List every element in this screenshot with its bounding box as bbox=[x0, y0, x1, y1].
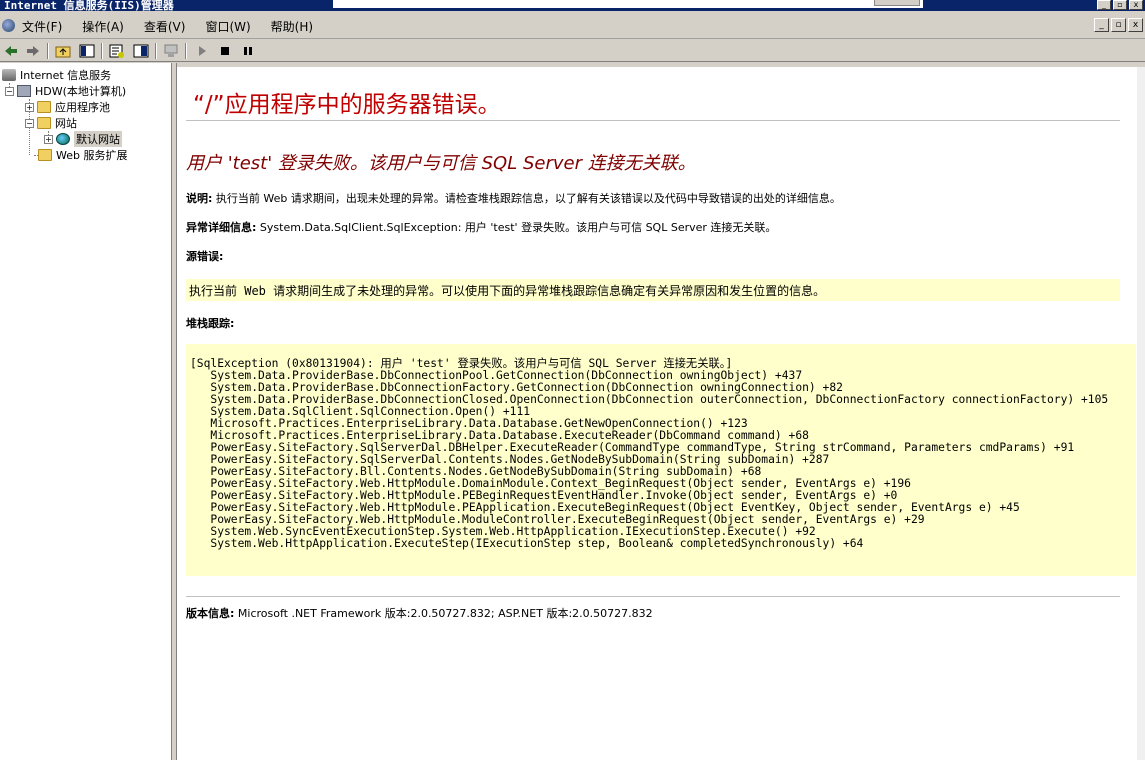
maximize-button[interactable]: ▫ bbox=[1113, 0, 1127, 10]
tree-node-default-site[interactable]: + 默认网站 bbox=[44, 131, 122, 147]
properties-icon[interactable] bbox=[108, 42, 126, 60]
minimize-button[interactable]: _ bbox=[1097, 0, 1111, 10]
tree-label: 应用程序池 bbox=[55, 101, 110, 114]
export-list-icon[interactable] bbox=[132, 42, 150, 60]
close-button[interactable]: x bbox=[1129, 0, 1143, 10]
window-controls: _ ▫ x bbox=[1097, 0, 1143, 10]
tree-label: 默认网站 bbox=[74, 131, 122, 147]
search-button[interactable] bbox=[874, 0, 920, 6]
version-label: 版本信息: bbox=[186, 607, 235, 620]
exception-paragraph: 异常详细信息: System.Data.SqlClient.SqlExcepti… bbox=[186, 219, 776, 235]
back-arrow-icon[interactable] bbox=[2, 42, 20, 60]
menu-action[interactable]: 操作(A) bbox=[82, 18, 124, 35]
folder-icon bbox=[38, 149, 52, 161]
error-title: “/”应用程序中的服务器错误。 bbox=[193, 92, 501, 118]
tree-label: 网站 bbox=[55, 117, 77, 130]
up-folder-icon[interactable] bbox=[54, 42, 72, 60]
exception-label: 异常详细信息: bbox=[186, 221, 257, 234]
description-text: 执行当前 Web 请求期间，出现未处理的异常。请检查堆栈跟踪信息，以了解有关该错… bbox=[215, 192, 841, 205]
stack-trace-text: [SqlException (0x80131904): 用户 'test' 登录… bbox=[190, 357, 1109, 550]
pause-icon[interactable] bbox=[239, 42, 257, 60]
toolbar bbox=[0, 40, 1145, 62]
forward-arrow-icon[interactable] bbox=[24, 42, 42, 60]
tree-label: HDW(本地计算机) bbox=[35, 85, 127, 98]
tree-node-iis-root[interactable]: Internet 信息服务 bbox=[2, 67, 111, 83]
menu-view[interactable]: 查看(V) bbox=[144, 18, 186, 35]
computer-icon[interactable] bbox=[162, 42, 180, 60]
expand-icon[interactable]: + bbox=[25, 102, 34, 112]
tree-node-web-extensions[interactable]: Web 服务扩展 bbox=[38, 147, 127, 163]
stack-trace-heading: 堆栈跟踪: bbox=[186, 315, 234, 331]
toolbar-separator bbox=[155, 43, 157, 59]
source-error-label: 源错误: bbox=[186, 250, 224, 263]
stack-trace-box: [SqlException (0x80131904): 用户 'test' 登录… bbox=[186, 344, 1136, 576]
iis-icon bbox=[2, 69, 16, 81]
tree-node-websites[interactable]: − 网站 bbox=[25, 115, 77, 131]
play-icon[interactable] bbox=[193, 42, 211, 60]
version-paragraph: 版本信息: Microsoft .NET Framework 版本:2.0.50… bbox=[186, 605, 653, 621]
version-text: Microsoft .NET Framework 版本:2.0.50727.83… bbox=[237, 607, 653, 620]
window-titlebar: Internet 信息服务(IIS)管理器 _ ▫ x bbox=[0, 0, 1145, 11]
tree-node-server[interactable]: − HDW(本地计算机) bbox=[5, 83, 126, 99]
mdi-close-button[interactable]: x bbox=[1128, 18, 1143, 32]
menu-window[interactable]: 窗口(W) bbox=[205, 18, 250, 35]
description-label: 说明: bbox=[186, 192, 213, 205]
collapse-icon[interactable]: − bbox=[5, 86, 14, 96]
collapse-icon[interactable]: − bbox=[25, 118, 34, 128]
console-tree: Internet 信息服务 − HDW(本地计算机) + 应用程序池 − 网站 … bbox=[0, 63, 172, 760]
window-title: Internet 信息服务(IIS)管理器 bbox=[4, 0, 174, 11]
exception-text: System.Data.SqlClient.SqlException: 用户 '… bbox=[259, 221, 777, 234]
toolbar-separator bbox=[101, 43, 103, 59]
search-input[interactable] bbox=[333, 0, 923, 8]
menu-bar: 文件(F) 操作(A) 查看(V) 窗口(W) 帮助(H) _ ▫ x bbox=[0, 13, 1145, 39]
description-paragraph: 说明: 执行当前 Web 请求期间，出现未处理的异常。请检查堆栈跟踪信息，以了解… bbox=[186, 190, 841, 206]
folder-icon bbox=[37, 101, 51, 113]
tree-label: Web 服务扩展 bbox=[56, 149, 128, 162]
menu-help[interactable]: 帮助(H) bbox=[271, 18, 313, 35]
stack-trace-label: 堆栈跟踪: bbox=[186, 317, 235, 330]
expand-icon[interactable]: + bbox=[44, 134, 53, 144]
divider bbox=[186, 120, 1120, 121]
iis-app-icon[interactable] bbox=[2, 19, 15, 32]
source-error-box: 执行当前 Web 请求期间生成了未处理的异常。可以使用下面的异常堆栈跟踪信息确定… bbox=[186, 279, 1120, 301]
globe-icon bbox=[56, 133, 70, 145]
mdi-restore-button[interactable]: ▫ bbox=[1111, 18, 1126, 32]
folder-icon bbox=[37, 117, 51, 129]
show-tree-icon[interactable] bbox=[78, 42, 96, 60]
menu-file[interactable]: 文件(F) bbox=[22, 18, 62, 35]
error-subtitle: 用户 'test' 登录失败。该用户与可信 SQL Server 连接无关联。 bbox=[186, 153, 696, 174]
tree-label: Internet 信息服务 bbox=[20, 69, 112, 82]
divider bbox=[186, 596, 1120, 597]
menu-items: 文件(F) 操作(A) 查看(V) 窗口(W) 帮助(H) bbox=[22, 18, 333, 35]
vertical-scrollbar[interactable] bbox=[1137, 67, 1145, 760]
error-page: “/”应用程序中的服务器错误。 用户 'test' 登录失败。该用户与可信 SQ… bbox=[177, 67, 1145, 760]
tree-node-app-pools[interactable]: + 应用程序池 bbox=[25, 99, 110, 115]
toolbar-separator bbox=[185, 43, 187, 59]
toolbar-separator bbox=[47, 43, 49, 59]
mdi-minimize-button[interactable]: _ bbox=[1094, 18, 1109, 32]
stop-icon[interactable] bbox=[216, 42, 234, 60]
mdi-controls: _ ▫ x bbox=[1094, 18, 1143, 32]
server-icon bbox=[17, 85, 31, 97]
source-error-heading: 源错误: bbox=[186, 248, 223, 264]
